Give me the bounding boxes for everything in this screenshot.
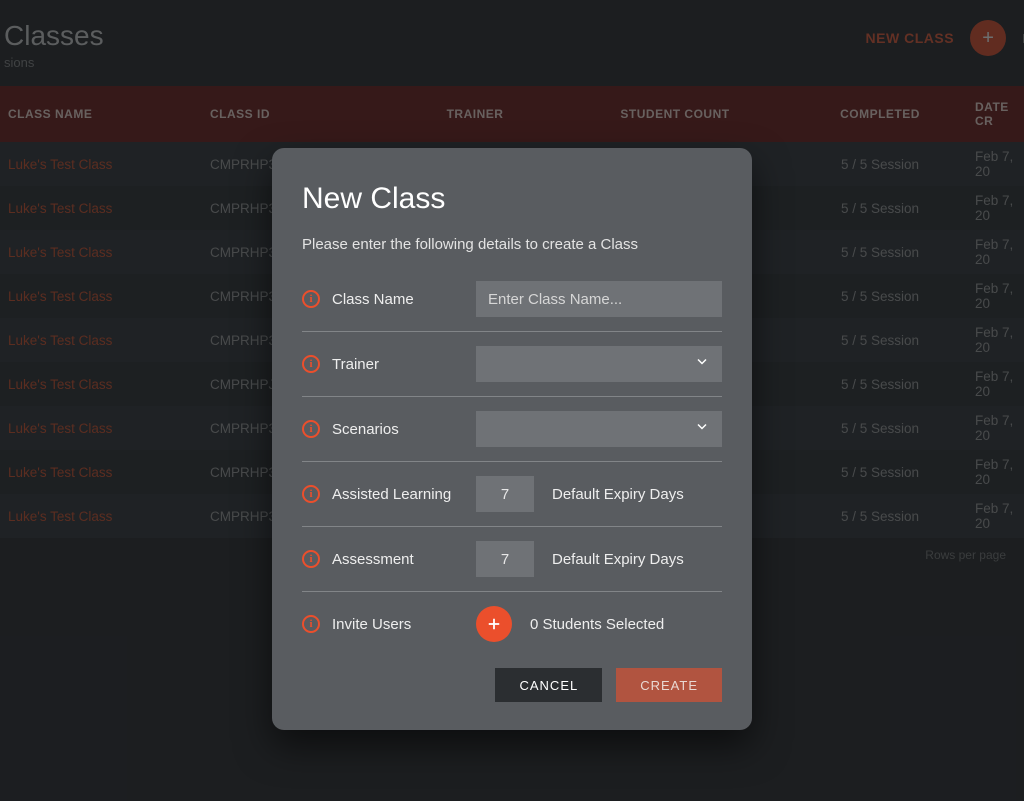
invite-users-button[interactable] [476,606,512,642]
students-selected-count: 0 Students Selected [530,616,664,633]
info-icon[interactable]: i [302,290,320,308]
trainer-select[interactable] [476,346,722,382]
assessment-expiry-hint: Default Expiry Days [552,551,684,568]
new-class-modal: New Class Please enter the following det… [272,148,752,730]
info-icon[interactable]: i [302,550,320,568]
modal-title: New Class [302,182,722,216]
assessment-days-input[interactable] [476,541,534,577]
plus-icon [485,615,503,633]
label-class-name: Class Name [332,291,414,308]
label-trainer: Trainer [332,356,379,373]
label-invite: Invite Users [332,616,411,633]
info-icon[interactable]: i [302,615,320,633]
label-assessment: Assessment [332,551,414,568]
scenarios-select[interactable] [476,411,722,447]
label-assisted: Assisted Learning [332,486,451,503]
modal-subtitle: Please enter the following details to cr… [302,236,722,253]
assisted-expiry-hint: Default Expiry Days [552,486,684,503]
modal-overlay: New Class Please enter the following det… [0,0,1024,801]
info-icon[interactable]: i [302,355,320,373]
info-icon[interactable]: i [302,485,320,503]
info-icon[interactable]: i [302,420,320,438]
label-scenarios: Scenarios [332,421,399,438]
assisted-days-input[interactable] [476,476,534,512]
cancel-button[interactable]: CANCEL [495,668,602,702]
create-button[interactable]: CREATE [616,668,722,702]
class-name-input[interactable] [476,281,722,317]
